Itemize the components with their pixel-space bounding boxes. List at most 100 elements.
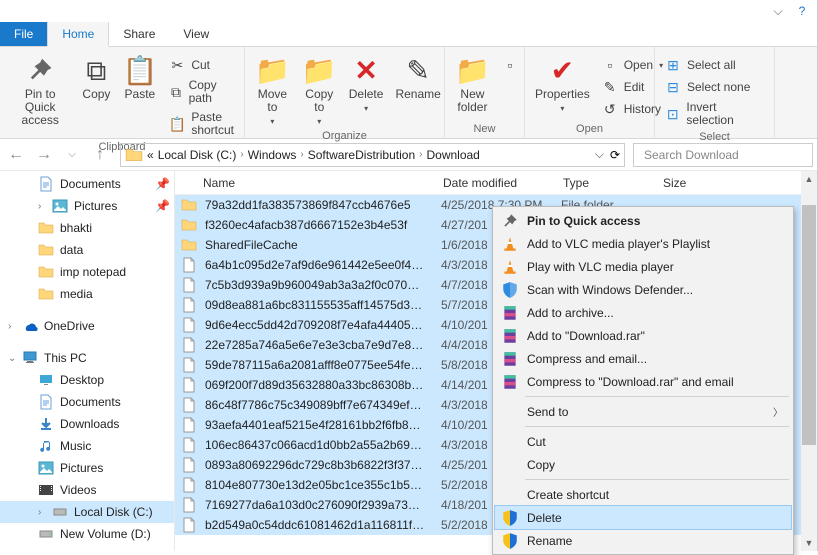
context-menu-item[interactable]: Play with VLC media player bbox=[495, 255, 791, 278]
folder-icon bbox=[181, 217, 197, 233]
folder-icon bbox=[38, 286, 54, 302]
column-type[interactable]: Type bbox=[555, 176, 655, 190]
help-icon[interactable]: ? bbox=[795, 4, 809, 18]
new-item-button[interactable]: ▫ bbox=[498, 55, 522, 75]
select-all-button[interactable]: ⊞Select all bbox=[661, 55, 768, 75]
context-menu-item[interactable]: Compress and email... bbox=[495, 347, 791, 370]
sidebar-item[interactable]: Documents bbox=[0, 391, 174, 413]
sidebar-item[interactable]: New Volume (D:) bbox=[0, 523, 174, 545]
sidebar-item[interactable]: imp notepad bbox=[0, 261, 174, 283]
edit-icon: ✎ bbox=[602, 79, 618, 95]
file-icon bbox=[181, 297, 197, 313]
delete-icon: ✕ bbox=[354, 55, 377, 85]
context-menu-item[interactable]: Rename bbox=[495, 529, 791, 552]
sidebar-item[interactable]: ›OneDrive bbox=[0, 315, 174, 337]
move-to-button[interactable]: 📁Move to▾ bbox=[249, 53, 296, 130]
vertical-scrollbar[interactable]: ▲▼ bbox=[801, 171, 817, 551]
context-menu-item[interactable]: Cut bbox=[495, 430, 791, 453]
breadcrumb-dropdown-icon[interactable]: ⌵ bbox=[595, 147, 604, 162]
context-menu-item[interactable]: Create shortcut bbox=[495, 483, 791, 506]
column-size[interactable]: Size bbox=[655, 176, 715, 190]
column-name[interactable]: Name bbox=[175, 176, 435, 190]
rename-icon: ✎ bbox=[406, 55, 429, 85]
rar-icon bbox=[501, 304, 519, 322]
context-menu-item[interactable]: Add to archive... bbox=[495, 301, 791, 324]
context-menu-item[interactable]: Scan with Windows Defender... bbox=[495, 278, 791, 301]
blank-icon bbox=[501, 456, 519, 474]
group-new-label: New bbox=[449, 123, 520, 138]
file-icon bbox=[181, 357, 197, 373]
tab-share[interactable]: Share bbox=[109, 22, 169, 46]
folder-icon bbox=[181, 197, 197, 213]
file-icon bbox=[181, 257, 197, 273]
sidebar-item[interactable]: ›Pictures📌 bbox=[0, 195, 174, 217]
sidebar-item[interactable]: ›Local Disk (C:) bbox=[0, 501, 174, 523]
select-none-icon: ⊟ bbox=[665, 79, 681, 95]
back-button[interactable]: ← bbox=[4, 143, 28, 167]
context-menu-item[interactable]: Add to VLC media player's Playlist bbox=[495, 232, 791, 255]
doc-icon bbox=[38, 394, 54, 410]
sidebar-item[interactable]: Music bbox=[0, 435, 174, 457]
sidebar-item[interactable]: Desktop bbox=[0, 369, 174, 391]
pc-icon bbox=[22, 350, 38, 366]
tab-home[interactable]: Home bbox=[47, 22, 109, 47]
recent-dropdown[interactable]: ⌵ bbox=[60, 143, 84, 167]
select-none-button[interactable]: ⊟Select none bbox=[661, 77, 768, 97]
new-folder-button[interactable]: 📁New folder bbox=[449, 53, 496, 116]
refresh-icon[interactable]: ⟳ bbox=[610, 148, 620, 162]
context-menu-item[interactable]: Add to "Download.rar" bbox=[495, 324, 791, 347]
context-menu-item[interactable]: Compress to "Download.rar" and email bbox=[495, 370, 791, 393]
sidebar-item[interactable]: data bbox=[0, 239, 174, 261]
rar-icon bbox=[501, 350, 519, 368]
paste-shortcut-button[interactable]: 📋Paste shortcut bbox=[165, 109, 238, 139]
pin-icon: 📌 bbox=[155, 177, 170, 191]
column-date[interactable]: Date modified bbox=[435, 176, 555, 190]
vlc-icon bbox=[501, 235, 519, 253]
cut-button[interactable]: ✂Cut bbox=[165, 55, 238, 75]
context-menu-item[interactable]: Send to〉 bbox=[495, 400, 791, 423]
breadcrumb[interactable]: « Local Disk (C:)› Windows› SoftwareDist… bbox=[120, 143, 625, 167]
sidebar-item[interactable]: ⌄This PC bbox=[0, 347, 174, 369]
move-to-icon: 📁 bbox=[255, 55, 290, 85]
disk-icon bbox=[38, 526, 54, 542]
sidebar-item[interactable]: media bbox=[0, 283, 174, 305]
ribbon-toggle-icon[interactable]: ⌵ bbox=[771, 4, 785, 18]
tab-file[interactable]: File bbox=[0, 22, 47, 46]
group-open-label: Open bbox=[529, 123, 650, 138]
sidebar-item[interactable]: Downloads bbox=[0, 413, 174, 435]
copy-path-button[interactable]: ⧉Copy path bbox=[165, 77, 238, 107]
rename-button[interactable]: ✎Rename bbox=[389, 53, 446, 103]
search-input[interactable]: Search Download bbox=[633, 143, 813, 167]
shield-icon bbox=[501, 281, 519, 299]
paste-button[interactable]: 📋Paste bbox=[116, 53, 163, 103]
context-menu-item[interactable]: Copy bbox=[495, 453, 791, 476]
sidebar-item[interactable]: Videos bbox=[0, 479, 174, 501]
invert-selection-button[interactable]: ⊡Invert selection bbox=[661, 99, 768, 129]
context-menu-item[interactable]: Pin to Quick access bbox=[495, 209, 791, 232]
file-icon bbox=[181, 477, 197, 493]
pin-quick-access-button[interactable]: Pin to Quick access bbox=[4, 53, 76, 129]
pic-icon bbox=[38, 460, 54, 476]
properties-button[interactable]: ✔Properties▾ bbox=[529, 53, 596, 117]
copy-button[interactable]: ⧉Copy bbox=[76, 53, 116, 103]
file-icon bbox=[181, 497, 197, 513]
up-button[interactable]: ↑ bbox=[88, 143, 112, 167]
context-menu-item[interactable]: Delete bbox=[495, 506, 791, 529]
paste-icon: 📋 bbox=[122, 55, 157, 85]
delete-button[interactable]: ✕Delete▾ bbox=[343, 53, 390, 117]
forward-button[interactable]: → bbox=[32, 143, 56, 167]
sidebar-item[interactable]: bhakti bbox=[0, 217, 174, 239]
file-icon bbox=[181, 437, 197, 453]
copy-to-button[interactable]: 📁Copy to▾ bbox=[296, 53, 343, 130]
file-icon bbox=[181, 317, 197, 333]
blank-icon bbox=[501, 403, 519, 421]
tab-view[interactable]: View bbox=[169, 22, 223, 46]
sidebar-item[interactable]: Pictures bbox=[0, 457, 174, 479]
music-icon bbox=[38, 438, 54, 454]
file-icon bbox=[181, 517, 197, 533]
vlc-icon bbox=[501, 258, 519, 276]
copy-path-icon: ⧉ bbox=[169, 84, 182, 100]
file-icon bbox=[181, 417, 197, 433]
sidebar-item[interactable]: Documents📌 bbox=[0, 173, 174, 195]
disk-icon bbox=[52, 504, 68, 520]
